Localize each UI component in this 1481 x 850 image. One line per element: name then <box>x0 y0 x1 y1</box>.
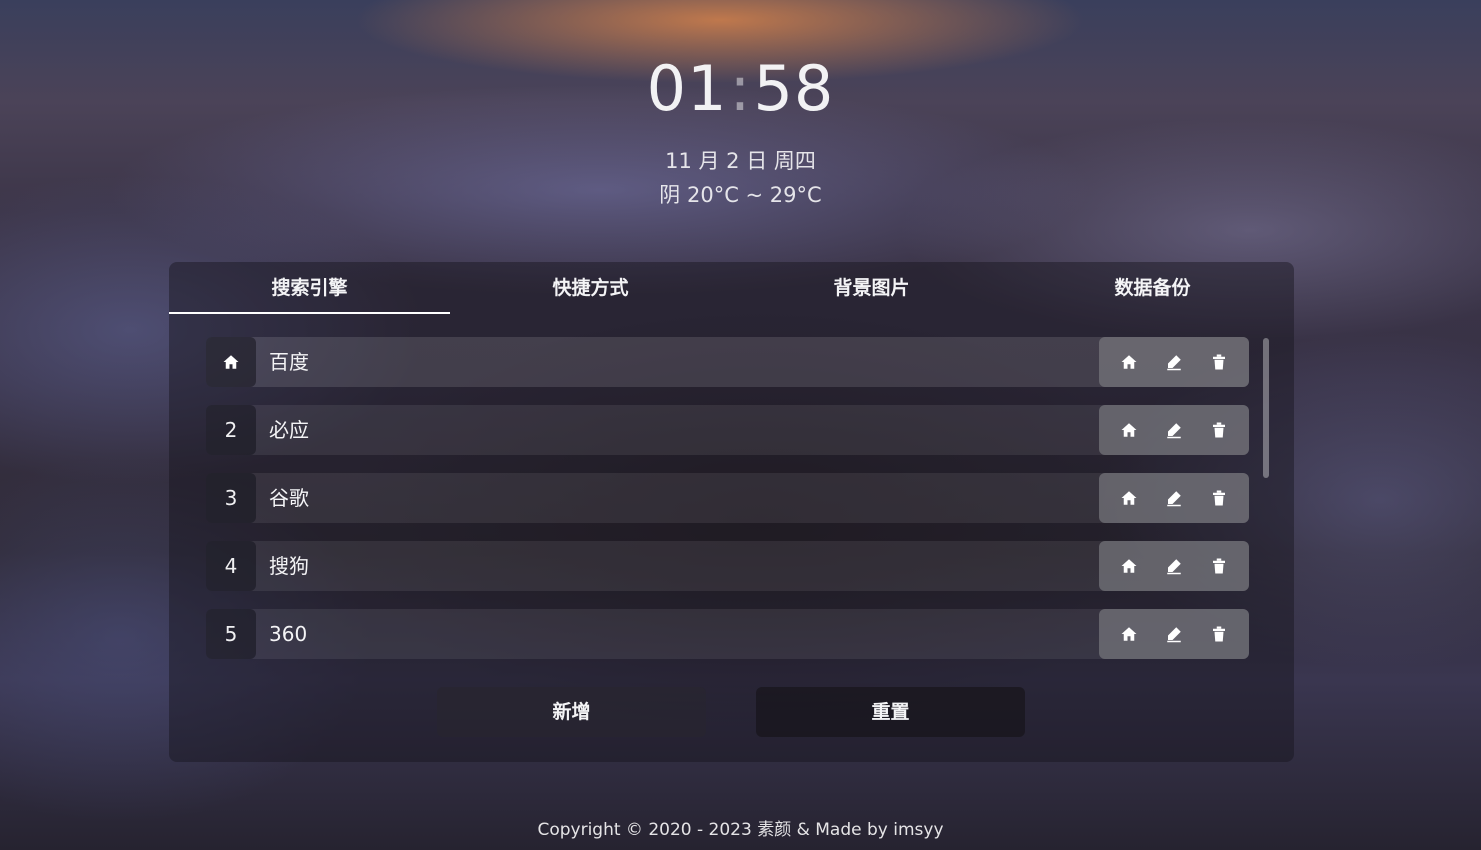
list-scrollbar[interactable] <box>1263 338 1269 478</box>
row-actions <box>1099 337 1249 387</box>
add-engine-button[interactable]: 新增 <box>437 687 706 737</box>
clock-separator: : <box>729 52 752 125</box>
engine-index: 3 <box>206 473 256 523</box>
delete-button[interactable] <box>1202 481 1236 515</box>
footer-copyright: Copyright © 2020 - 2023 素颜 & Made by ims… <box>537 820 944 840</box>
engine-name: 搜狗 <box>269 554 309 578</box>
row-actions <box>1099 405 1249 455</box>
home-icon <box>1121 423 1137 437</box>
trash-icon <box>1212 558 1225 574</box>
clock: 01:58 <box>0 52 1481 125</box>
engine-name: 谷歌 <box>269 486 309 510</box>
row-actions <box>1099 609 1249 659</box>
delete-button[interactable] <box>1202 617 1236 651</box>
engine-row[interactable]: 百度 <box>206 337 1249 387</box>
edit-button[interactable] <box>1157 413 1191 447</box>
set-default-button[interactable] <box>1112 413 1146 447</box>
set-default-button[interactable] <box>1112 617 1146 651</box>
pencil-icon <box>1167 491 1181 507</box>
clock-hours: 01 <box>646 52 728 125</box>
home-icon <box>1121 491 1137 505</box>
pencil-icon <box>1167 423 1181 439</box>
clock-minutes: 58 <box>753 52 835 125</box>
settings-panel: 搜索引擎 快捷方式 背景图片 数据备份 百度 2 必应 3 谷歌 4 搜狗 5 … <box>169 262 1294 762</box>
edit-button[interactable] <box>1157 345 1191 379</box>
pencil-icon <box>1167 355 1181 371</box>
engine-name: 必应 <box>269 418 309 442</box>
delete-button[interactable] <box>1202 413 1236 447</box>
weather-text: 阴 20°C ~ 29°C <box>659 183 822 207</box>
edit-button[interactable] <box>1157 481 1191 515</box>
engine-index: 2 <box>206 405 256 455</box>
set-default-button[interactable] <box>1112 345 1146 379</box>
home-icon <box>1121 355 1137 369</box>
delete-button[interactable] <box>1202 549 1236 583</box>
trash-icon <box>1212 354 1225 370</box>
edit-button[interactable] <box>1157 549 1191 583</box>
home-icon <box>1121 559 1137 573</box>
engine-row[interactable]: 5 360 <box>206 609 1249 659</box>
tab-shortcuts[interactable]: 快捷方式 <box>450 262 731 314</box>
date-text: 11 月 2 日 周四 <box>665 149 816 173</box>
engine-name: 360 <box>269 622 308 646</box>
engine-row[interactable]: 4 搜狗 <box>206 541 1249 591</box>
default-engine-marker <box>206 337 256 387</box>
row-actions <box>1099 541 1249 591</box>
engine-row[interactable]: 2 必应 <box>206 405 1249 455</box>
set-default-button[interactable] <box>1112 481 1146 515</box>
trash-icon <box>1212 490 1225 506</box>
engine-name: 百度 <box>269 350 309 374</box>
engine-index: 5 <box>206 609 256 659</box>
pencil-icon <box>1167 627 1181 643</box>
pencil-icon <box>1167 559 1181 575</box>
trash-icon <box>1212 422 1225 438</box>
delete-button[interactable] <box>1202 345 1236 379</box>
tab-search-engine[interactable]: 搜索引擎 <box>169 262 450 314</box>
engine-list: 百度 2 必应 3 谷歌 4 搜狗 5 360 <box>206 337 1249 677</box>
trash-icon <box>1212 626 1225 642</box>
engine-row[interactable]: 3 谷歌 <box>206 473 1249 523</box>
home-icon <box>1121 627 1137 641</box>
engine-index: 4 <box>206 541 256 591</box>
settings-tabs: 搜索引擎 快捷方式 背景图片 数据备份 <box>169 262 1294 314</box>
edit-button[interactable] <box>1157 617 1191 651</box>
home-icon <box>223 355 239 369</box>
tab-backup[interactable]: 数据备份 <box>1012 262 1293 314</box>
tab-background[interactable]: 背景图片 <box>731 262 1012 314</box>
row-actions <box>1099 473 1249 523</box>
set-default-button[interactable] <box>1112 549 1146 583</box>
reset-button[interactable]: 重置 <box>756 687 1025 737</box>
